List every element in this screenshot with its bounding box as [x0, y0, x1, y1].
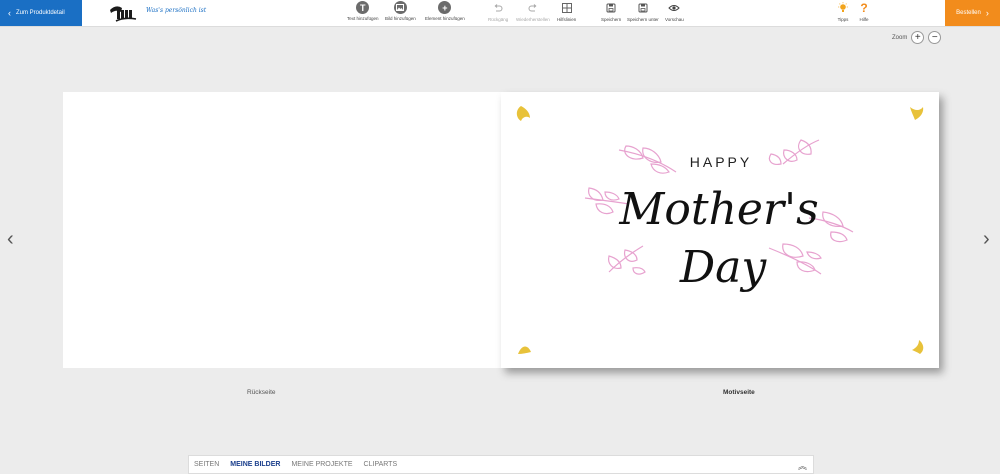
tab-cliparts[interactable]: CLIPARTS — [364, 461, 398, 468]
redo-button[interactable]: Wiederherstellen — [516, 1, 550, 22]
front-page-label: Motivseite — [723, 389, 755, 396]
text-icon: T — [356, 1, 370, 14]
top-toolbar: ‹ Zum Produktdetail Was's persönlich ist… — [0, 0, 1000, 27]
save-as-button[interactable]: Speichern unter — [627, 1, 659, 22]
next-page-arrow[interactable]: › — [983, 228, 990, 251]
image-icon — [393, 1, 407, 14]
help-label: Hilfe — [859, 17, 869, 22]
add-image-label: Bild hinzufügen — [385, 16, 416, 21]
zoom-in-button[interactable]: + — [911, 31, 925, 44]
add-image-button[interactable]: Bild hinzufügen — [385, 1, 416, 21]
front-page-canvas[interactable]: HAPPY Mother's Day — [501, 92, 939, 368]
grid-icon — [560, 1, 574, 15]
zoom-label: Zoom — [892, 34, 908, 41]
back-page-canvas[interactable] — [63, 92, 501, 368]
undo-label: Rückgäng — [488, 17, 509, 22]
motif-mothers-text: Mother's — [618, 184, 818, 235]
order-button[interactable]: Bestellen › — [945, 0, 1000, 26]
save-label: Speichern — [601, 17, 622, 22]
brand-slogan: Was's persönlich ist — [146, 7, 207, 14]
preview-button[interactable]: Vorschau — [665, 1, 684, 22]
zoom-control: Zoom + − — [892, 31, 942, 44]
plus-icon: + — [438, 1, 452, 14]
mothers-day-motif: HAPPY Mother's Day — [516, 106, 924, 354]
tab-pages[interactable]: SEITEN — [194, 461, 219, 468]
save-as-icon — [636, 1, 650, 15]
redo-label: Wiederherstellen — [516, 17, 550, 22]
save-icon — [604, 1, 618, 15]
tips-label: Tipps — [837, 17, 849, 22]
asset-panel: SEITEN MEINE BILDER MEINE PROJEKTE CLIPA… — [188, 455, 814, 474]
undo-icon — [491, 1, 505, 15]
eye-icon — [667, 1, 681, 15]
help-button[interactable]: ? Hilfe — [857, 1, 871, 22]
question-icon: ? — [860, 1, 868, 15]
motif-day-text: Day — [679, 242, 768, 293]
order-label: Bestellen — [956, 10, 981, 16]
save-as-label: Speichern unter — [627, 17, 659, 22]
preview-label: Vorschau — [665, 17, 684, 22]
back-page-label: Rückseite — [247, 389, 276, 396]
undo-button[interactable]: Rückgäng — [488, 1, 508, 22]
previous-page-arrow[interactable]: ‹ — [7, 228, 14, 251]
add-text-label: Text hinzufügen — [347, 16, 379, 21]
back-label: Zum Produktdetail — [16, 10, 65, 16]
guides-label: Hilfslinien — [557, 17, 577, 22]
tab-my-projects[interactable]: MEINE PROJEKTE — [291, 461, 352, 468]
add-element-label: Element hinzufügen — [425, 16, 465, 21]
chevron-double-up-icon[interactable]: ︽ — [798, 459, 807, 472]
zoom-out-button[interactable]: − — [928, 31, 942, 44]
back-to-product-button[interactable]: ‹ Zum Produktdetail — [0, 0, 82, 26]
chevron-left-icon: ‹ — [8, 8, 11, 18]
tips-button[interactable]: Tipps — [836, 1, 850, 22]
redo-icon — [526, 1, 540, 15]
lightbulb-icon — [836, 1, 850, 15]
add-element-button[interactable]: + Element hinzufügen — [425, 1, 465, 21]
guides-button[interactable]: Hilfslinien — [557, 1, 576, 22]
chevron-right-icon: › — [985, 8, 989, 18]
add-text-button[interactable]: T Text hinzufügen — [347, 1, 379, 21]
motif-happy-text: HAPPY — [690, 154, 752, 170]
save-button[interactable]: Speichern — [601, 1, 621, 22]
tab-my-images[interactable]: MEINE BILDER — [230, 461, 280, 468]
brand-logo — [110, 6, 137, 22]
